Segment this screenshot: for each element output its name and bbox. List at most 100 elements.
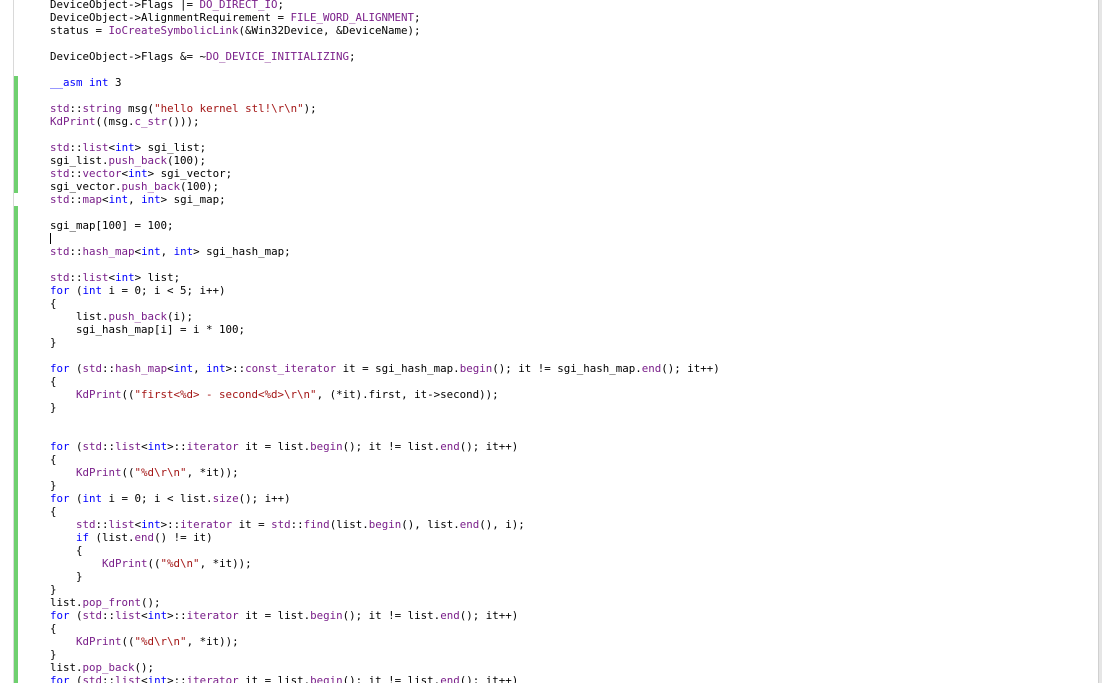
code-line[interactable]: status = IoCreateSymbolicLink(&Win32Devi… [50,24,1096,37]
code-line[interactable]: for (std::list<int>::iterator it = list.… [50,674,1096,683]
code-line[interactable]: std::map<int, int> sgi_map; [50,193,1096,206]
code-line[interactable]: KdPrint(("first<%d> - second<%d>\r\n", (… [50,388,1096,401]
code-line[interactable] [50,349,1096,362]
code-line[interactable]: std::vector<int> sgi_vector; [50,167,1096,180]
editor-gutter[interactable] [0,0,14,683]
code-line[interactable]: KdPrint((msg.c_str())); [50,115,1096,128]
code-line[interactable]: std::list<int>::iterator it = std::find(… [50,518,1096,531]
code-token: for [50,609,70,622]
code-token: ( [69,284,83,297]
code-line[interactable]: DeviceObject->Flags |= DO_DIRECT_IO; [50,0,1096,11]
code-token: ; [349,50,356,63]
code-token: iterator [186,440,239,453]
code-line[interactable]: sgi_hash_map[i] = i * 100; [50,323,1096,336]
code-line[interactable] [50,37,1096,50]
code-line[interactable] [50,232,1096,245]
code-line[interactable]: sgi_list.push_back(100); [50,154,1096,167]
code-line[interactable]: for (int i = 0; i < 5; i++) [50,284,1096,297]
code-token: std [50,245,70,258]
code-token: sgi_map[100] = 100; [50,219,174,232]
code-line[interactable]: __asm int 3 [50,76,1096,89]
code-token: list. [50,596,83,609]
code-line[interactable]: { [50,453,1096,466]
code-line[interactable]: { [50,297,1096,310]
code-token: std [50,271,70,284]
code-line[interactable]: } [50,583,1096,596]
code-line[interactable]: for (int i = 0; i < list.size(); i++) [50,492,1096,505]
code-token: it = sgi_hash_map. [336,362,460,375]
code-line[interactable]: { [50,505,1096,518]
code-editor[interactable]: DeviceObject->Flags |= DO_DIRECT_IO; Devi… [0,0,1102,683]
code-token: std [82,440,103,453]
code-token: sgi_list. [50,154,109,167]
code-token: 3 [108,76,122,89]
code-line[interactable]: } [50,336,1096,349]
code-token: (100); [167,154,207,167]
code-token: std [50,193,70,206]
code-line[interactable]: } [50,401,1096,414]
code-line[interactable] [50,63,1096,76]
code-line[interactable]: DeviceObject->Flags &= ~DO_DEVICE_INITIA… [50,50,1096,63]
code-token: :: [102,609,116,622]
code-line[interactable]: { [50,544,1096,557]
code-token: find [303,518,330,531]
code-token: (&Win32Device, &DeviceName); [238,24,421,37]
code-token: "first<%d> - second<%d>\r\n" [134,388,317,401]
code-token: int [115,271,135,284]
code-token: int [141,193,161,206]
code-line[interactable] [50,414,1096,427]
vertical-scrollbar[interactable] [1098,0,1102,683]
code-token: "hello kernel stl!\r\n" [154,102,304,115]
code-line[interactable]: list.push_back(i); [50,310,1096,323]
code-line[interactable]: list.pop_back(); [50,661,1096,674]
code-token: sgi_vector. [50,180,122,193]
code-token: status = [50,24,109,37]
code-line[interactable]: KdPrint(("%d\r\n", *it)); [50,466,1096,479]
code-token: :: [102,440,116,453]
code-token: (); i++) [238,492,291,505]
code-token: int [82,284,103,297]
code-token: int [141,245,161,258]
code-token: __asm int [50,76,109,89]
code-area[interactable]: DeviceObject->Flags |= DO_DIRECT_IO; Devi… [50,0,1096,683]
code-token: push_back [108,310,168,323]
code-line[interactable] [50,89,1096,102]
code-line[interactable] [50,128,1096,141]
code-line[interactable]: } [50,479,1096,492]
code-line[interactable]: } [50,648,1096,661]
code-token: (i); [167,310,194,323]
code-token: (); [141,596,161,609]
code-line[interactable]: sgi_vector.push_back(100); [50,180,1096,193]
code-token: it = list. [238,609,311,622]
code-line[interactable] [50,427,1096,440]
code-line[interactable]: list.pop_front(); [50,596,1096,609]
code-token: (); it++) [661,362,720,375]
code-token: } [50,479,57,492]
code-line[interactable]: for (std::list<int>::iterator it = list.… [50,609,1096,622]
code-line[interactable] [50,206,1096,219]
code-line[interactable]: { [50,622,1096,635]
code-line[interactable]: std::string msg("hello kernel stl!\r\n")… [50,102,1096,115]
code-line[interactable]: std::hash_map<int, int> sgi_hash_map; [50,245,1096,258]
code-token: it = list. [238,674,311,683]
code-line[interactable]: for (std::list<int>::iterator it = list.… [50,440,1096,453]
code-token: iterator [186,609,239,622]
code-line[interactable] [50,258,1096,271]
code-line[interactable]: for (std::hash_map<int, int>::const_iter… [50,362,1096,375]
code-token: "%d\n" [160,557,200,570]
code-line[interactable]: std::list<int> list; [50,271,1096,284]
code-line[interactable]: DeviceObject->AlignmentRequirement = FIL… [50,11,1096,24]
code-line[interactable]: sgi_map[100] = 100; [50,219,1096,232]
code-line[interactable]: } [50,570,1096,583]
code-token: const_iterator [245,362,337,375]
code-token: end [440,440,460,453]
code-line[interactable]: KdPrint(("%d\r\n", *it)); [50,635,1096,648]
code-line[interactable]: KdPrint(("%d\n", *it)); [50,557,1096,570]
code-line[interactable]: std::list<int> sgi_list; [50,141,1096,154]
code-token: (( [121,388,135,401]
code-token: begin [310,609,343,622]
code-line[interactable]: { [50,375,1096,388]
code-line[interactable]: if (list.end() != it) [50,531,1096,544]
